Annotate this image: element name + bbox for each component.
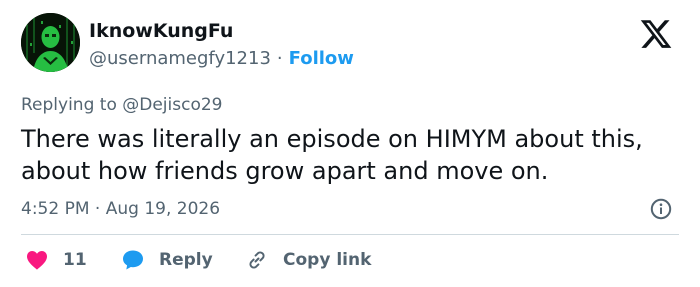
reply-context: Replying to @Dejisco29 [21,93,222,117]
like-button[interactable]: 11 [25,247,87,273]
divider [21,234,679,235]
author-handle[interactable]: @usernamegfy1213 [89,48,271,69]
tweet-timestamp[interactable]: 4:52 PM · Aug 19, 2026 [21,197,220,221]
author-display-name[interactable]: IknowKungFu [89,19,233,43]
speech-bubble-icon [123,250,143,270]
copy-link-label: Copy link [283,250,372,270]
heart-icon [27,251,47,270]
timestamp-separator: · [94,199,101,219]
avatar[interactable] [21,13,80,72]
follow-button[interactable]: Follow [289,48,354,69]
tweet-time: 4:52 PM [21,199,90,219]
reply-label: Reply [159,250,213,270]
link-icon [249,251,265,269]
info-icon[interactable] [649,197,673,221]
reply-button[interactable]: Reply [121,247,213,273]
tweet-text: There was literally an episode on HIMYM … [21,125,643,185]
avatar-image [21,13,80,72]
reply-mention-link[interactable]: @Dejisco29 [122,95,222,115]
tweet-date: Aug 19, 2026 [105,199,221,219]
tweet-card: IknowKungFu @usernamegfy1213 · Follow Repl… [0,0,700,287]
like-count: 11 [63,250,87,270]
x-logo-icon[interactable] [637,17,675,51]
copy-link-button[interactable]: Copy link [245,247,371,273]
handle-separator: · [276,48,283,69]
reply-context-prefix: Replying to [21,95,117,115]
author-handle-row: @usernamegfy1213 · Follow [89,47,354,71]
